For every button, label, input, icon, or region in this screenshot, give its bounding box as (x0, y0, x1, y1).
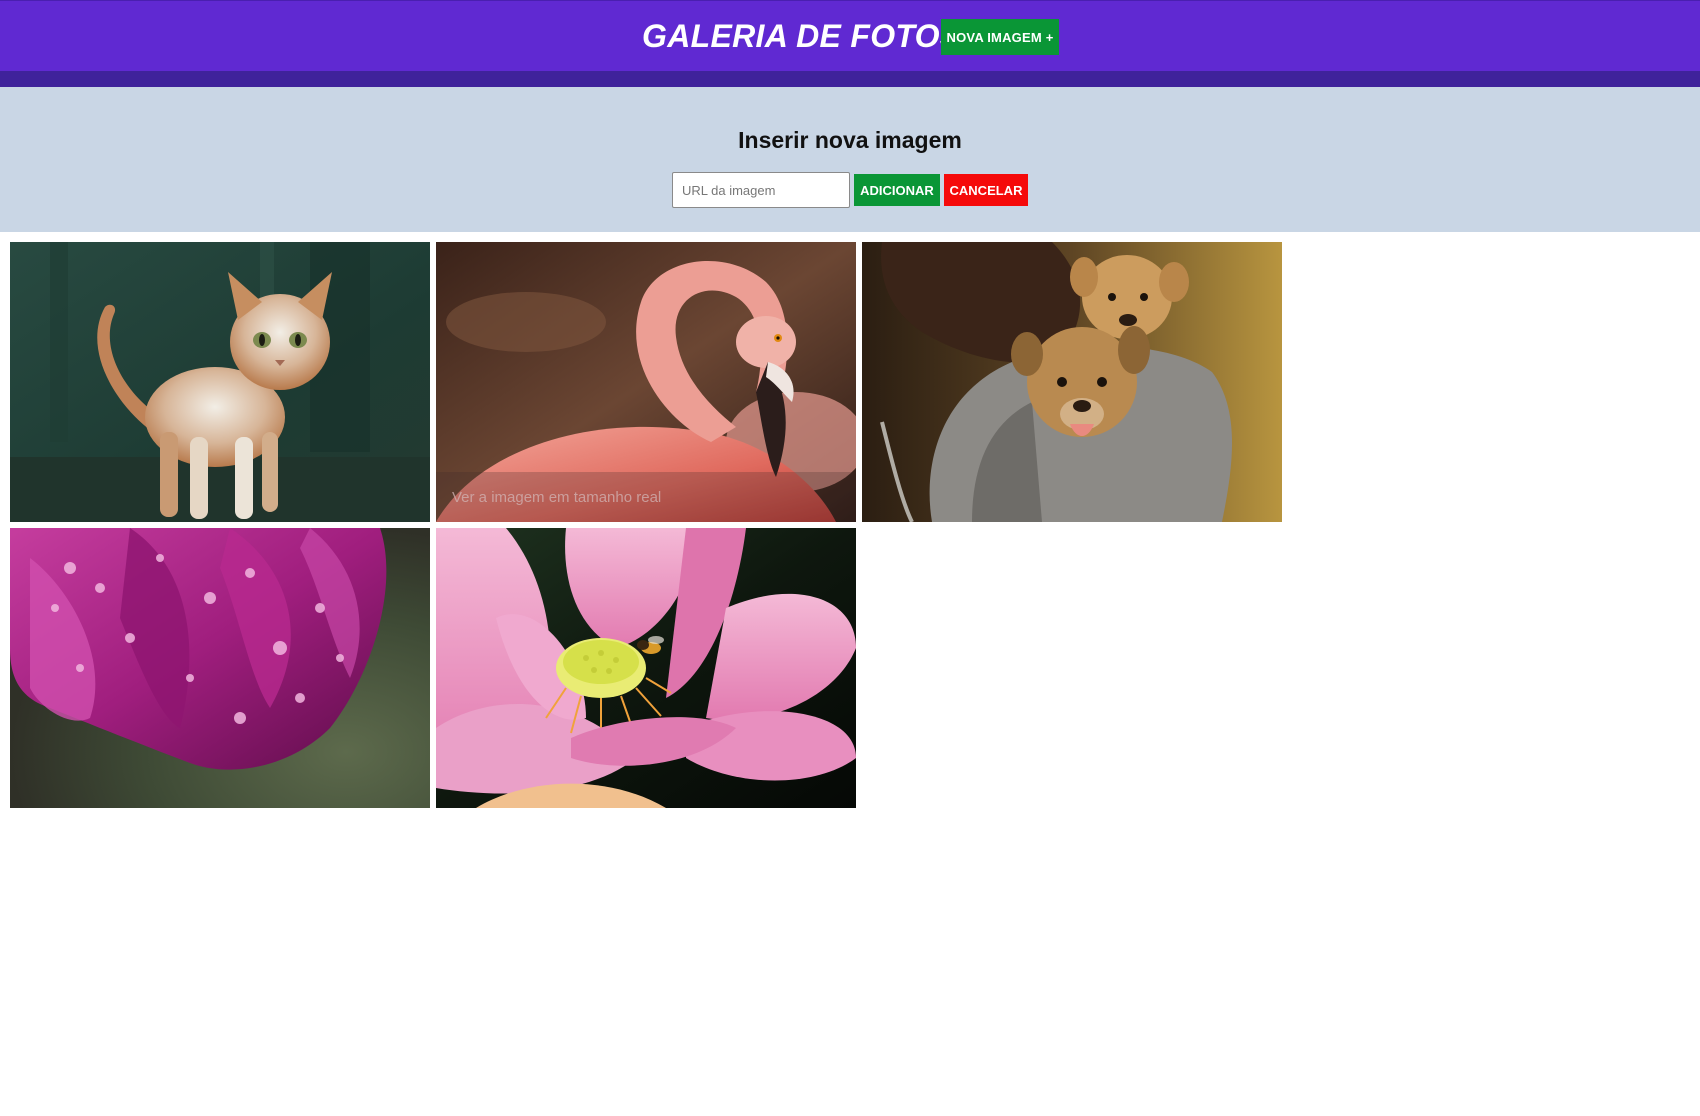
gallery-image-lotus[interactable] (436, 528, 856, 808)
cancel-button[interactable]: CANCELAR (944, 174, 1028, 206)
puppies-photo (862, 242, 1282, 522)
gallery-image-rose[interactable] (10, 528, 430, 808)
image-url-input[interactable] (672, 172, 850, 208)
insert-image-panel: Inserir nova imagem ADICIONAR CANCELAR (0, 87, 1700, 232)
view-full-size-caption[interactable]: Ver a imagem em tamanho real (452, 489, 661, 506)
gallery-image-cat[interactable] (10, 242, 430, 522)
rose-photo (10, 528, 430, 808)
new-image-button[interactable]: NOVA IMAGEM + (941, 19, 1059, 55)
header-stripe (0, 71, 1700, 87)
lotus-photo (436, 528, 856, 808)
app-header: GALERIA DE FOTOS NOVA IMAGEM + (0, 0, 1700, 71)
app-title: GALERIA DE FOTOS (642, 18, 962, 54)
add-button[interactable]: ADICIONAR (854, 174, 940, 206)
gallery-image-flamingo[interactable]: Ver a imagem em tamanho real (436, 242, 856, 522)
gallery-image-puppies[interactable] (862, 242, 1282, 522)
cat-photo (10, 242, 430, 522)
insert-panel-title: Inserir nova imagem (738, 127, 962, 153)
